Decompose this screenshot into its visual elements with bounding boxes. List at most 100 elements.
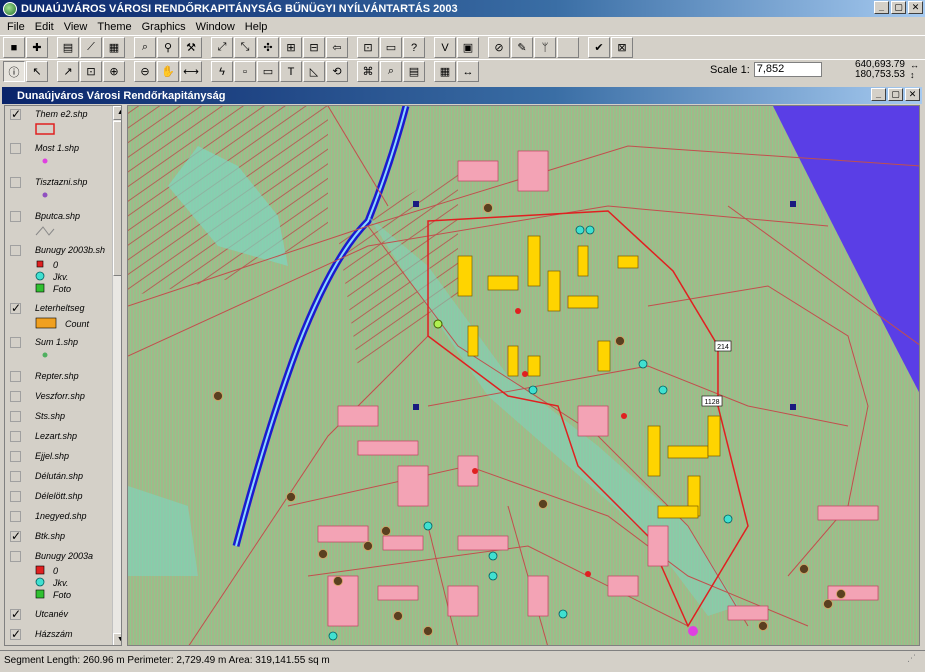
theme-visibility-checkbox[interactable] <box>10 471 21 482</box>
zoom-to-themes-button[interactable]: ⤡ <box>234 37 256 58</box>
select-by-theme-button[interactable]: ⊡ <box>357 37 379 58</box>
network-button[interactable]: ⌘ <box>357 61 379 82</box>
zoom-full-extent-button[interactable]: ⤢ <box>211 37 233 58</box>
draw-button[interactable]: ✎ <box>511 37 533 58</box>
draw-shape-button[interactable]: ◺ <box>303 61 325 82</box>
help-button[interactable]: ? <box>403 37 425 58</box>
identify-button[interactable]: ⓘ <box>3 61 25 82</box>
no-icon: ⊘ <box>494 42 504 54</box>
hammer-button[interactable]: ⚒ <box>180 37 202 58</box>
zoom-in-button[interactable]: ⊞ <box>280 37 302 58</box>
check-button[interactable]: ✔ <box>588 37 610 58</box>
locate-button[interactable]: ⌕ <box>380 61 402 82</box>
theme-visibility-checkbox[interactable]: ✓ <box>10 628 21 640</box>
theme-visibility-checkbox[interactable] <box>10 431 21 442</box>
cursor-coordinates: 640,693.79 180,753.53 <box>855 60 905 80</box>
edit-legend-button[interactable]: ⟋ <box>80 37 102 58</box>
add-theme-button[interactable]: ✚ <box>26 37 48 58</box>
minimize-button[interactable]: _ <box>874 1 889 14</box>
layout-button[interactable]: ⊠ <box>611 37 633 58</box>
zoom-select-button[interactable]: ⊡ <box>80 61 102 82</box>
zoom-to-selected-button[interactable]: ✣ <box>257 37 279 58</box>
vertex-button[interactable]: V <box>434 37 456 58</box>
measure-button[interactable]: ⟷ <box>180 61 202 82</box>
menu-edit[interactable]: Edit <box>30 21 59 33</box>
theme-visibility-checkbox[interactable] <box>10 211 21 222</box>
theme-visibility-checkbox[interactable] <box>10 177 21 188</box>
map-view[interactable]: 214 1128 <box>127 105 920 646</box>
scroll-thumb[interactable] <box>113 121 121 276</box>
legend-label: Jkv. <box>53 578 69 588</box>
view-title: Dunaújváros Városi Rendőrkapitányság <box>17 89 226 102</box>
zoom-in-tool-button[interactable]: ⊕ <box>103 61 125 82</box>
zoom-out-tool-button[interactable]: ⊖ <box>134 61 156 82</box>
label-button[interactable]: ▭ <box>257 61 279 82</box>
theme-visibility-checkbox[interactable] <box>10 391 21 402</box>
view-close-button[interactable]: ✕ <box>905 88 920 101</box>
table-button[interactable]: ▤ <box>403 61 425 82</box>
theme-visibility-checkbox[interactable] <box>10 511 21 522</box>
theme-visibility-checkbox[interactable] <box>10 411 21 422</box>
resize-grip-icon[interactable]: ⋰ <box>907 653 921 667</box>
save-button[interactable]: ■ <box>3 37 25 58</box>
theme-visibility-checkbox[interactable]: ✓ <box>10 530 21 542</box>
area-of-interest-icon: ▫ <box>243 65 247 78</box>
theme-name: Délután.shp <box>35 471 84 481</box>
pan-button[interactable]: ✋ <box>157 61 179 82</box>
save-icon: ■ <box>10 41 18 54</box>
scale-input[interactable]: 7,852 <box>753 62 822 77</box>
map-canvas[interactable]: 214 1128 <box>128 106 920 646</box>
chart-button[interactable]: ▦ <box>434 61 456 82</box>
menu-window[interactable]: Window <box>191 21 240 33</box>
orange-rect-icon <box>35 317 57 331</box>
theme-visibility-checkbox[interactable] <box>10 143 21 154</box>
maximize-button[interactable]: ▢ <box>891 1 906 14</box>
area-of-interest-button[interactable]: ▫ <box>234 61 256 82</box>
theme-properties-button[interactable]: ▤ <box>57 37 79 58</box>
menu-theme[interactable]: Theme <box>92 21 136 33</box>
spiral-button[interactable]: ⟲ <box>326 61 348 82</box>
theme-name: Délelött.shp <box>35 491 83 501</box>
no-button[interactable]: ⊘ <box>488 37 510 58</box>
button-bar: ■ ✚ ▤ ⟋ ▦ ⌕ ⚲ ⚒ ⤢ ⤡ ✣ ⊞ ⊟ ⇦ ⊡ ▭? V ▣ ⊘ ✎ ᛘ ✔ ⊠ <box>0 35 925 59</box>
theme-visibility-checkbox[interactable] <box>10 451 21 462</box>
theme-visibility-checkbox[interactable]: ✓ <box>10 108 21 120</box>
theme-visibility-checkbox[interactable] <box>10 337 21 348</box>
open-table-button[interactable]: ▦ <box>103 37 125 58</box>
menu-file[interactable]: File <box>2 21 30 33</box>
menu-view[interactable]: View <box>59 21 93 33</box>
resize-button[interactable]: ↔ <box>457 61 479 82</box>
find-button[interactable]: ⌕ <box>134 37 156 58</box>
query-button[interactable]: ⚲ <box>157 37 179 58</box>
draw-shape-icon: ◺ <box>309 66 319 78</box>
label-icon: ▭ <box>262 66 274 78</box>
theme-visibility-checkbox[interactable]: ✓ <box>10 608 21 620</box>
theme-visibility-checkbox[interactable] <box>10 371 21 382</box>
theme-visibility-checkbox[interactable] <box>10 491 21 502</box>
menu-graphics[interactable]: Graphics <box>137 21 191 33</box>
zoom-out-button[interactable]: ⊟ <box>303 37 325 58</box>
snap-button[interactable]: ▣ <box>457 37 479 58</box>
toc-scrollbar[interactable]: ▲ ▼ <box>112 106 121 645</box>
close-button[interactable]: ✕ <box>908 1 923 14</box>
hotlink-button[interactable]: ϟ <box>211 61 233 82</box>
theme-visibility-checkbox[interactable] <box>10 551 21 562</box>
add-theme-icon: ✚ <box>32 42 42 54</box>
theme-visibility-checkbox[interactable]: ✓ <box>10 302 21 314</box>
menu-help[interactable]: Help <box>240 21 273 33</box>
layout-icon: ⊠ <box>617 42 627 54</box>
road-label-1128: 1128 <box>704 399 719 406</box>
legend-label: 0 <box>53 566 59 576</box>
pointer-button[interactable]: ↖ <box>26 61 48 82</box>
text-button[interactable]: T <box>280 61 302 82</box>
attr-button[interactable]: ᛘ <box>534 37 556 58</box>
vertex-edit-button[interactable]: ↗ <box>57 61 79 82</box>
scroll-down-icon[interactable]: ▼ <box>113 633 121 645</box>
theme-visibility-checkbox[interactable] <box>10 245 21 256</box>
blank-button[interactable] <box>557 37 579 58</box>
zoom-previous-button[interactable]: ⇦ <box>326 37 348 58</box>
clear-selected-button[interactable]: ▭ <box>380 37 402 58</box>
view-minimize-button[interactable]: _ <box>871 88 886 101</box>
view-maximize-button[interactable]: ▢ <box>888 88 903 101</box>
scroll-up-icon[interactable]: ▲ <box>113 106 121 120</box>
